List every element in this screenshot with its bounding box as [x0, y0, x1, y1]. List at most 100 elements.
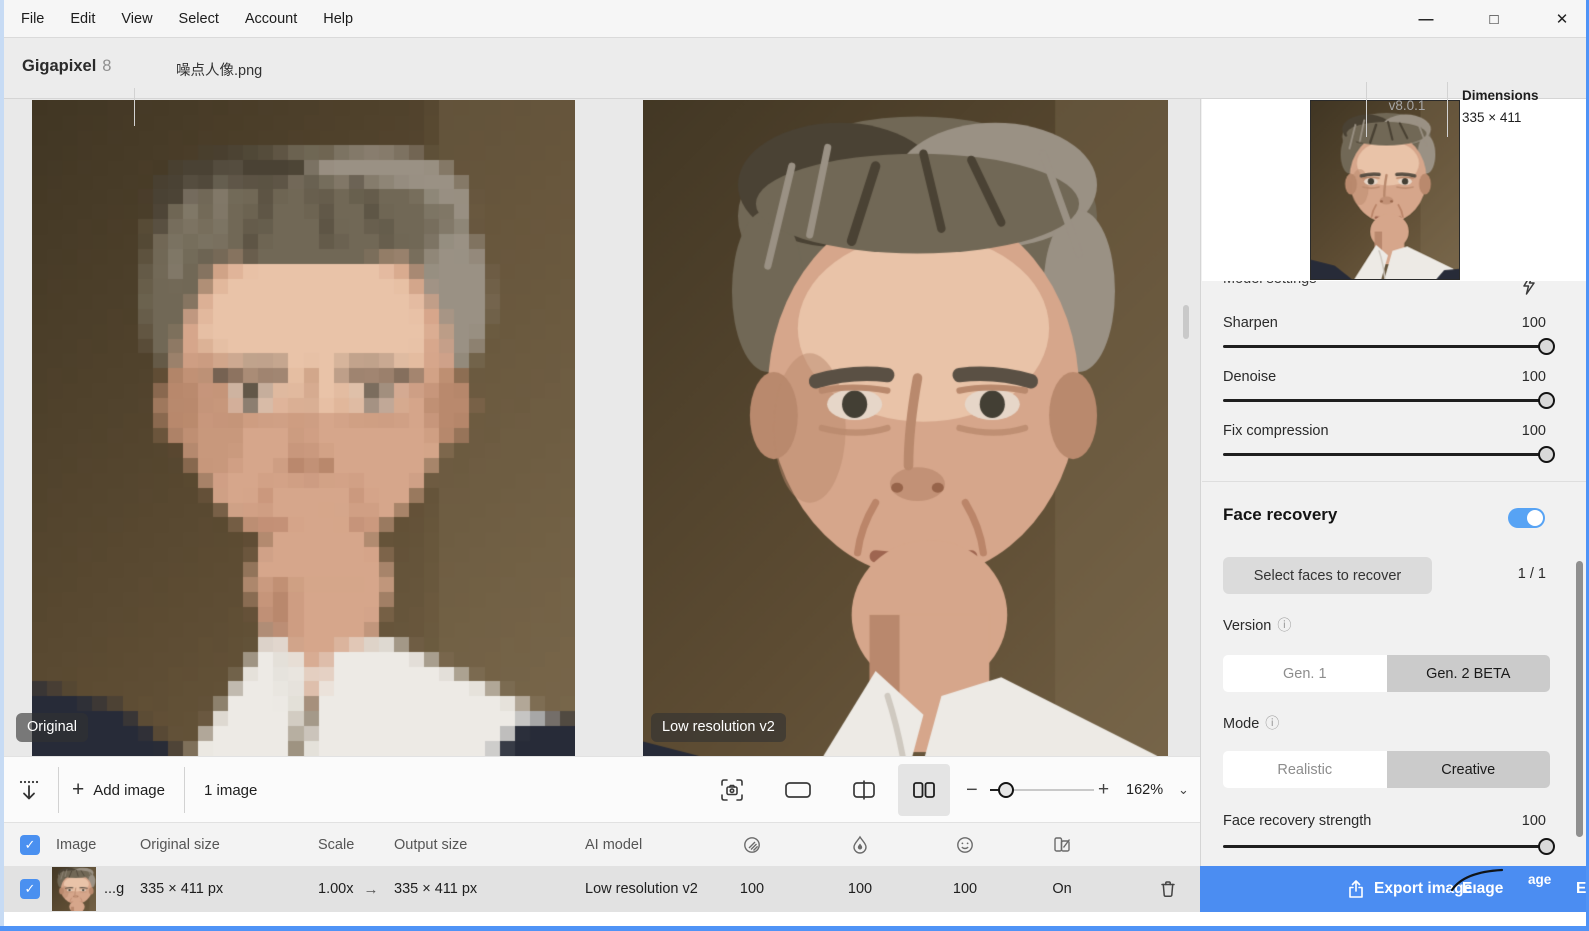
stray-stroke — [1450, 868, 1510, 892]
gigapixel-window: File Edit View Select Account Help — □ ✕… — [0, 0, 1589, 931]
single-view-icon[interactable] — [772, 764, 824, 816]
navigator-thumbnail[interactable] — [1310, 100, 1460, 280]
fix-compression-slider-knob[interactable] — [1538, 446, 1555, 463]
delete-row-button[interactable] — [1148, 866, 1188, 912]
app-version-text: v8.0.1 — [1372, 98, 1442, 113]
image-count-label: 1 image — [204, 757, 257, 823]
menu-edit[interactable]: Edit — [57, 11, 108, 27]
original-image-pane[interactable] — [32, 100, 575, 756]
version-gen2-option[interactable]: Gen. 2 BETA — [1387, 655, 1551, 692]
fix-compression-label: Fix compression — [1223, 423, 1329, 439]
maximize-button[interactable]: □ — [1483, 11, 1505, 28]
face-recovery-column-icon — [941, 823, 989, 866]
canvas-scrollbar[interactable] — [1183, 305, 1189, 339]
zoom-percentage[interactable]: 162% — [1126, 757, 1163, 823]
select-faces-button[interactable]: Select faces to recover — [1223, 557, 1432, 594]
original-badge: Original — [16, 713, 88, 742]
face-recovery-toggle[interactable] — [1508, 508, 1545, 528]
zoom-slider-knob[interactable] — [998, 782, 1014, 798]
sharpen-slider[interactable] — [1223, 345, 1546, 348]
select-all-checkbox[interactable]: ✓ — [20, 835, 40, 855]
header-original-size: Original size — [140, 823, 220, 866]
toggle-knob — [1527, 510, 1543, 526]
settings-sidebar: Model settings Sharpen 100 Denoise 100 F… — [1200, 99, 1586, 866]
export-bar: Export image Eıage age E — [1200, 866, 1589, 912]
face-strength-slider-knob[interactable] — [1538, 838, 1555, 855]
download-queue-icon[interactable] — [16, 757, 42, 823]
close-button[interactable]: ✕ — [1551, 10, 1573, 28]
header-output-size: Output size — [394, 823, 467, 866]
dimensions-value: 335 × 411 — [1462, 107, 1539, 129]
image-list-row[interactable]: ✓ ...g 335 × 411 px 1.00x → 335 × 411 px… — [0, 866, 1200, 912]
face-strength-label: Face recovery strength — [1223, 813, 1371, 829]
dimensions-readout: Dimensions 335 × 411 — [1462, 85, 1539, 129]
row-face-recovery-value[interactable]: 100 — [941, 866, 989, 912]
menu-file[interactable]: File — [8, 11, 57, 27]
sharpen-column-icon — [728, 823, 776, 866]
side-by-side-view-icon[interactable] — [898, 764, 950, 816]
scale-value[interactable]: 1.00x — [318, 881, 353, 897]
split-view-icon[interactable] — [838, 764, 890, 816]
menu-select[interactable]: Select — [166, 11, 232, 27]
sharpen-value: 100 — [1522, 315, 1546, 331]
arrow-right-icon: → — [363, 881, 378, 898]
faces-count: 1 / 1 — [1518, 566, 1546, 582]
info-icon[interactable]: ⓘ — [1277, 617, 1291, 633]
row-ai-model[interactable]: Low resolution v2 — [585, 866, 698, 912]
header-scale: Scale — [318, 823, 354, 866]
ghost-text: E — [1576, 880, 1586, 898]
minimize-button[interactable]: — — [1415, 11, 1437, 28]
mode-label: Modeⓘ — [1223, 713, 1279, 733]
row-scale: 1.00x → — [318, 866, 388, 912]
processed-badge: Low resolution v2 — [651, 713, 786, 742]
version-gen1-option[interactable]: Gen. 1 — [1223, 655, 1387, 692]
sharpen-label: Sharpen — [1223, 315, 1278, 331]
app-version-badge: 8 — [102, 57, 111, 75]
info-icon[interactable]: ⓘ — [1265, 715, 1279, 731]
header-ai-model: AI model — [585, 823, 642, 866]
snapshot-view-icon[interactable] — [706, 764, 758, 816]
fix-compression-slider[interactable] — [1223, 453, 1546, 456]
version-label-text: Version — [1223, 618, 1271, 634]
row-checkbox[interactable]: ✓ — [20, 879, 40, 899]
mode-segmented-control: Realistic Creative — [1223, 751, 1550, 788]
menu-bar: File Edit View Select Account Help — □ ✕ — [0, 0, 1589, 38]
divider — [184, 767, 185, 813]
sidebar-scrollbar[interactable] — [1576, 561, 1583, 837]
plus-icon: + — [72, 778, 84, 802]
row-thumbnail — [52, 867, 96, 911]
window-controls: — □ ✕ — [1415, 0, 1573, 38]
processed-image-pane[interactable] — [643, 100, 1168, 756]
divider — [134, 88, 135, 126]
image-list-header: ✓ Image Original size Scale Output size … — [0, 822, 1200, 866]
sharpen-slider-knob[interactable] — [1538, 338, 1555, 355]
chevron-down-icon[interactable]: ⌄ — [1178, 757, 1189, 823]
row-filename: ...g — [104, 866, 124, 912]
zoom-slider[interactable] — [990, 789, 1094, 791]
version-label: Version ⓘ — [1223, 615, 1291, 635]
mode-realistic-option[interactable]: Realistic — [1223, 751, 1387, 788]
zoom-in-button[interactable]: + — [1098, 757, 1109, 823]
denoise-slider[interactable] — [1223, 399, 1546, 402]
menu-help[interactable]: Help — [310, 11, 366, 27]
mode-creative-option[interactable]: Creative — [1387, 751, 1551, 788]
face-recovery-header: Face recovery — [1223, 505, 1337, 525]
add-image-label: Add image — [93, 782, 165, 799]
row-sharpen-value[interactable]: 100 — [728, 866, 776, 912]
file-tab[interactable]: 噪点人像.png — [176, 59, 262, 80]
menu-view[interactable]: View — [108, 11, 165, 27]
window-border-left — [0, 0, 4, 931]
denoise-slider-knob[interactable] — [1538, 392, 1555, 409]
row-denoise-value[interactable]: 100 — [836, 866, 884, 912]
denoise-value: 100 — [1522, 369, 1546, 385]
face-strength-slider[interactable] — [1223, 845, 1546, 848]
title-tab-bar: Gigapixel8 噪点人像.png v8.0.1 Dimensions 33… — [0, 38, 1589, 99]
row-color-adjust-value[interactable]: On — [1038, 866, 1086, 912]
bottom-toolbar: + Add image 1 image − + 162% ⌄ — [0, 756, 1200, 822]
divider — [1202, 481, 1586, 482]
menu-account[interactable]: Account — [232, 11, 310, 27]
add-image-button[interactable]: + Add image — [72, 757, 165, 823]
window-border-bottom — [0, 926, 1589, 931]
app-name: Gigapixel — [22, 57, 96, 75]
zoom-out-button[interactable]: − — [966, 757, 978, 823]
